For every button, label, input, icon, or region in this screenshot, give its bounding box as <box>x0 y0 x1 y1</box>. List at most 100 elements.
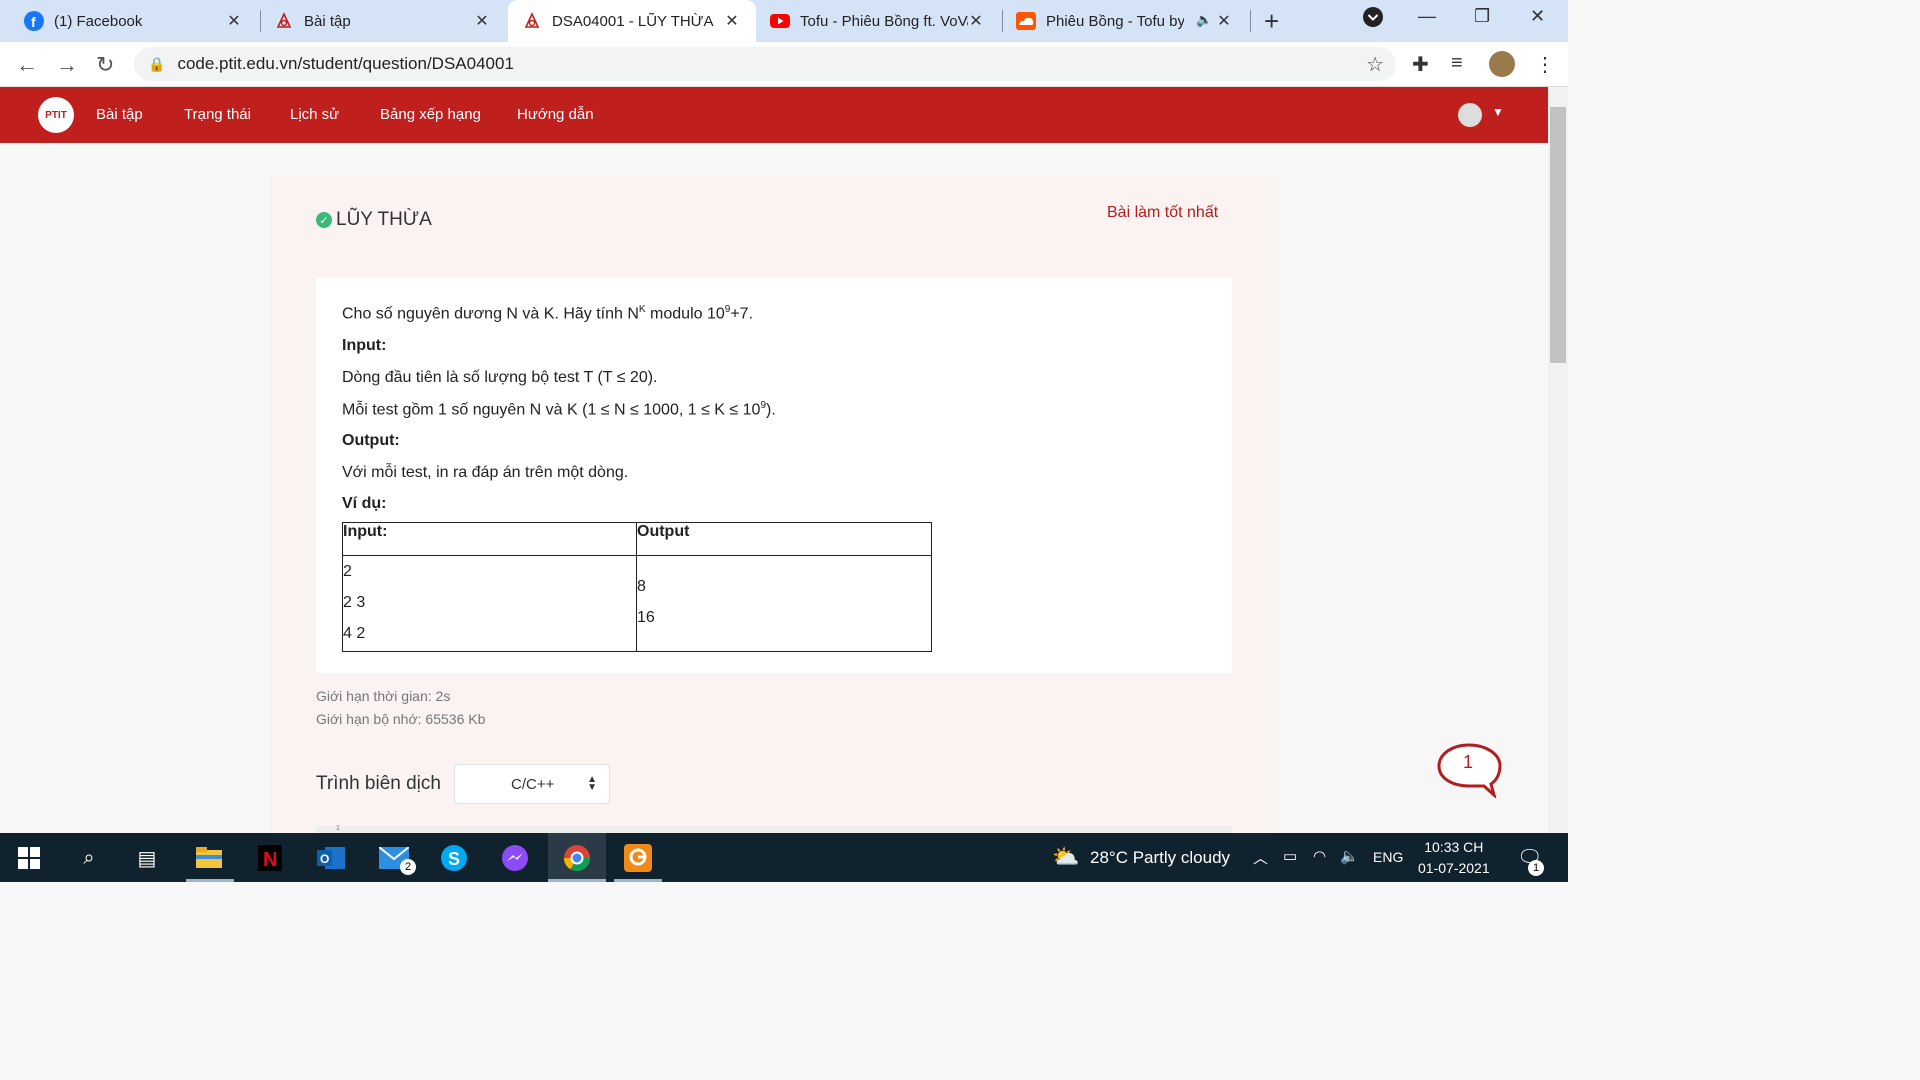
close-icon[interactable]: ✕ <box>966 11 986 31</box>
caret-down-icon[interactable]: ▼ <box>1492 105 1504 119</box>
question-title: ✓ LŨY THỪA <box>316 209 432 231</box>
forward-arrow-icon[interactable]: → <box>56 52 78 78</box>
statement-text: +7. <box>730 305 754 323</box>
messenger-icon[interactable] <box>499 842 531 874</box>
editor-line-number: 1 <box>336 825 340 832</box>
netflix-icon[interactable]: N <box>254 842 286 874</box>
output-heading: Output: <box>342 432 400 450</box>
select-arrows-icon: ▲ ▼ <box>587 774 597 793</box>
tab-divider <box>1250 10 1251 32</box>
clock[interactable]: 10:33 CH 01-07-2021 <box>1418 837 1490 879</box>
profile-avatar-icon[interactable] <box>1489 51 1515 77</box>
active-app-indicator <box>186 879 234 882</box>
input-label: Input: <box>342 337 387 354</box>
speaker-muted-icon[interactable]: 🔈 <box>1196 12 1212 28</box>
tab-dsa04001[interactable]: DSA04001 - LŨY THỪA ✕ <box>508 0 756 42</box>
close-icon[interactable]: ✕ <box>224 11 244 31</box>
close-window-icon[interactable]: ✕ <box>1530 6 1545 27</box>
back-arrow-icon[interactable]: ← <box>16 52 38 78</box>
table-header-input: Input: <box>342 522 637 556</box>
battery-icon[interactable]: ▭ <box>1283 847 1297 865</box>
file-explorer-icon[interactable] <box>193 842 225 874</box>
new-tab-plus-icon[interactable]: + <box>1264 6 1279 37</box>
input-desc-text: ). <box>766 401 776 419</box>
url-text: code.ptit.edu.vn/student/question/DSA040… <box>177 54 514 73</box>
task-view-icon[interactable]: ▤ <box>131 842 163 874</box>
search-icon[interactable]: ⌕ <box>73 842 105 874</box>
svg-text:S: S <box>448 849 460 869</box>
tab-facebook[interactable]: f (1) Facebook ✕ <box>0 0 258 42</box>
restore-icon[interactable]: ❐ <box>1474 6 1490 27</box>
example-output-line: 16 <box>637 609 655 626</box>
extensions-puzzle-icon[interactable]: ✚ <box>1412 52 1429 77</box>
address-bar[interactable]: 🔒 code.ptit.edu.vn/student/question/DSA0… <box>134 47 1396 81</box>
nav-link-trang-thai[interactable]: Trạng thái <box>184 106 251 123</box>
tab-title: DSA04001 - LŨY THỪA <box>552 12 714 30</box>
active-app-indicator <box>548 879 606 882</box>
tab-youtube[interactable]: Tofu - Phiêu Bồng ft. VoVa ✕ <box>756 0 1000 42</box>
memory-limit: Giới hạn bộ nhớ: 65536 Kb <box>316 711 486 727</box>
svg-text:N: N <box>263 849 277 871</box>
nav-link-bai-tap[interactable]: Bài tập <box>96 106 143 123</box>
logo-text: PTIT <box>45 109 67 121</box>
wifi-icon[interactable]: ◠ <box>1313 847 1326 865</box>
ptit-logo[interactable]: PTIT <box>38 97 74 133</box>
soundcloud-icon <box>1016 11 1036 31</box>
compiler-value: C/C++ <box>511 776 555 793</box>
reload-icon[interactable]: ↻ <box>96 52 114 78</box>
question-title-text: LŨY THỪA <box>336 209 432 230</box>
facebook-icon: f <box>24 11 44 31</box>
tab-title: Tofu - Phiêu Bồng ft. VoVa <box>800 12 968 30</box>
nav-link-lich-su[interactable]: Lịch sử <box>290 106 339 123</box>
chrome-icon[interactable] <box>561 842 593 874</box>
user-avatar[interactable] <box>1458 103 1482 127</box>
example-output-cell: 8 16 <box>636 555 932 652</box>
close-icon[interactable]: ✕ <box>1214 11 1234 31</box>
skype-icon[interactable]: S <box>438 842 470 874</box>
svg-text:O: O <box>320 852 329 866</box>
check-circle-icon: ✓ <box>316 212 332 228</box>
example-heading: Ví dụ: <box>342 495 386 513</box>
minimize-icon[interactable]: — <box>1418 6 1436 27</box>
show-hidden-icons-chevron-icon[interactable]: ︿ <box>1253 847 1268 868</box>
input-desc-line2: Mỗi test gồm 1 số nguyên N và K (1 ≤ N ≤… <box>342 400 776 419</box>
statement-line: Cho số nguyên dương N và K. Hãy tính NK … <box>342 304 753 323</box>
tab-search-icon[interactable] <box>1362 6 1384 33</box>
statement-text: modulo 10 <box>645 305 725 323</box>
page-scrollbar[interactable] <box>1548 87 1568 833</box>
tab-bai-tap[interactable]: Bài tập ✕ <box>262 0 506 42</box>
close-icon[interactable]: ✕ <box>472 11 492 31</box>
tab-soundcloud[interactable]: Phiêu Bồng - Tofu by 🔈 ✕ <box>1004 0 1248 42</box>
ptit-icon <box>274 11 294 31</box>
partly-cloudy-icon: ⛅ <box>1052 844 1080 869</box>
close-icon[interactable]: ✕ <box>722 11 742 31</box>
scrollbar-thumb[interactable] <box>1550 107 1566 363</box>
more-menu-icon[interactable]: ⋮ <box>1535 52 1555 77</box>
pdf-app-icon[interactable] <box>622 842 654 874</box>
example-table: Input: Output 2 2 3 4 2 8 16 <box>342 522 932 652</box>
tab-title: (1) Facebook <box>54 12 143 30</box>
table-header-output: Output <box>636 522 932 556</box>
windows-start-icon[interactable] <box>13 842 45 874</box>
example-input-line: 4 2 <box>343 625 366 642</box>
media-control-icon[interactable]: ≡ <box>1451 52 1463 75</box>
clock-date: 01-07-2021 <box>1418 860 1490 876</box>
tab-strip: f (1) Facebook ✕ Bài tập ✕ DSA04001 - LŨ… <box>0 0 1568 42</box>
compiler-select[interactable]: C/C++ ▲ ▼ <box>454 764 610 804</box>
chat-count: 1 <box>1463 752 1474 772</box>
nav-link-bang-xep-hang[interactable]: Bảng xếp hạng <box>380 106 481 123</box>
bookmark-star-icon[interactable]: ☆ <box>1366 52 1384 77</box>
best-submission-link[interactable]: Bài làm tốt nhất <box>1107 204 1218 222</box>
volume-icon[interactable]: 🔈 <box>1340 847 1359 865</box>
outlook-icon[interactable]: O <box>315 842 347 874</box>
language-indicator[interactable]: ENG <box>1373 849 1403 865</box>
lock-icon: 🔒 <box>148 55 166 72</box>
notification-badge: 1 <box>1528 860 1544 876</box>
chat-bubble-icon[interactable]: 1 <box>1436 742 1502 800</box>
code-editor[interactable]: 1 <box>316 825 1232 833</box>
nav-link-huong-dan[interactable]: Hướng dẫn <box>517 106 594 123</box>
weather-text[interactable]: 28°C Partly cloudy <box>1090 848 1230 868</box>
statement-sup: K <box>638 304 646 315</box>
input-desc-line1: Dòng đầu tiên là số lượng bộ test T (T ≤… <box>342 369 658 386</box>
example-input-line: 2 3 <box>343 594 366 611</box>
